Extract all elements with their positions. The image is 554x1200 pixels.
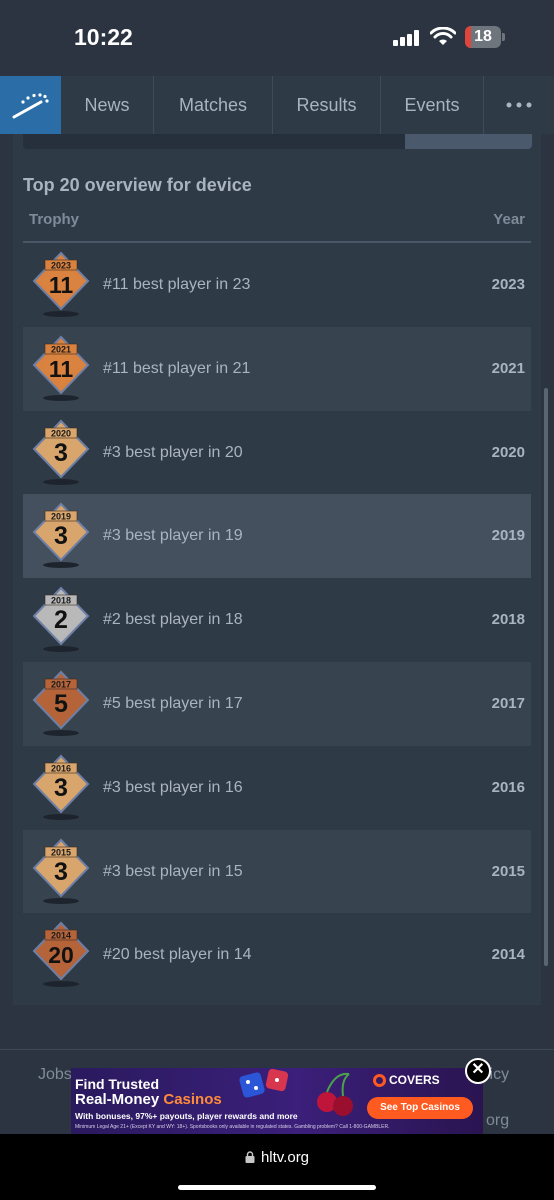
section-title: Top 20 overview for device <box>23 175 252 195</box>
top-nav: News Matches Results Events <box>0 76 554 134</box>
footer-link-org[interactable]: org <box>486 1112 509 1130</box>
nav-matches[interactable]: Matches <box>154 76 273 134</box>
ad-banner[interactable]: Find Trusted Real-Money Casinos With bon… <box>71 1068 483 1134</box>
column-header-trophy: Trophy <box>29 211 80 228</box>
trophy-year: 2017 <box>51 679 71 689</box>
hltv-logo[interactable] <box>0 76 61 134</box>
table-row[interactable]: 2015 3 #3 best player in 15 2015 <box>23 829 531 914</box>
search-input[interactable] <box>23 134 405 149</box>
trophy-year-value: 2017 <box>491 694 525 712</box>
trophy-label[interactable]: #3 best player in 16 <box>103 746 243 830</box>
ad-title: Find Trusted <box>75 1076 159 1092</box>
trophy-label[interactable]: #3 best player in 19 <box>103 494 243 578</box>
table-row[interactable]: 2023 11 #11 best player in 23 2023 <box>23 243 531 327</box>
battery-level: 18 <box>474 28 492 45</box>
nav-results[interactable]: Results <box>273 76 381 134</box>
trophy-year: 2020 <box>51 428 71 438</box>
ad-headline-a: Real-Money <box>75 1091 164 1108</box>
nav-events[interactable]: Events <box>381 76 484 134</box>
trophy-label[interactable]: #3 best player in 15 <box>103 830 243 914</box>
trophy-badge-icon: 202311 <box>32 251 90 317</box>
trophy-year-value: 2016 <box>491 778 525 796</box>
column-header-year: Year <box>493 211 525 228</box>
table-row[interactable]: 2014 20 #20 best player in 14 2014 <box>23 913 531 997</box>
trophy-year: 2019 <box>51 512 71 522</box>
search-button[interactable] <box>405 134 532 149</box>
trophy-rank: 11 <box>49 272 74 298</box>
ad-subtitle: With bonuses, 97%+ payouts, player rewar… <box>75 1111 298 1121</box>
trophy-rank: 3 <box>54 858 68 886</box>
trophy-label[interactable]: #11 best player in 21 <box>103 327 250 411</box>
status-bar: 10:22 18 <box>0 0 554 76</box>
trophy-badge-icon: 20182 <box>32 586 90 653</box>
covers-logo-icon <box>373 1074 386 1087</box>
trophy-year: 2021 <box>51 344 71 354</box>
ellipsis-icon <box>506 102 532 108</box>
trophy-label[interactable]: #5 best player in 17 <box>103 662 243 746</box>
trophy-badge-icon: 20203 <box>32 419 90 485</box>
trophy-year: 2016 <box>51 763 71 773</box>
table-row[interactable]: 2018 2 #2 best player in 18 2018 <box>23 578 531 662</box>
table-row[interactable]: 2017 5 #5 best player in 17 2017 <box>23 661 531 746</box>
trophy-year-value: 2020 <box>491 443 525 461</box>
ad-headline: Real-Money Casinos <box>75 1091 222 1108</box>
trophy-year: 2018 <box>51 596 71 606</box>
table-row[interactable]: 2020 3 #3 best player in 20 2020 <box>23 411 531 495</box>
trophy-year-value: 2023 <box>491 276 525 293</box>
trophy-badge-icon: 20175 <box>32 670 90 736</box>
ad-brand: COVERS <box>389 1073 440 1087</box>
trophy-rank: 3 <box>54 774 68 802</box>
table-row[interactable]: 2019 3 #3 best player in 19 2019 <box>23 494 531 579</box>
trophy-rank: 11 <box>49 356 74 382</box>
nav-news[interactable]: News <box>61 76 154 134</box>
trophy-label[interactable]: #3 best player in 20 <box>103 411 243 495</box>
trophy-badge-icon: 20193 <box>32 502 90 569</box>
trophy-year: 2014 <box>51 931 71 941</box>
wifi-icon <box>430 27 456 45</box>
logo-icon <box>12 93 49 119</box>
url-text: hltv.org <box>260 1149 310 1166</box>
table-row[interactable]: 2016 3 #3 best player in 16 2016 <box>23 746 531 830</box>
trophy-label[interactable]: #2 best player in 18 <box>103 578 243 662</box>
trophy-badge-icon: 201420 <box>32 921 90 988</box>
trophy-year-value: 2014 <box>491 946 525 964</box>
url-bar[interactable]: hltv.org <box>0 1149 554 1166</box>
trophy-year: 2023 <box>51 261 71 271</box>
trophy-rank: 3 <box>54 522 68 550</box>
home-indicator[interactable] <box>178 1185 376 1190</box>
status-time: 10:22 <box>74 24 133 50</box>
table-row[interactable]: 2021 11 #11 best player in 21 2021 <box>23 326 531 411</box>
trophy-rank: 20 <box>48 942 74 968</box>
lock-icon <box>245 1151 255 1163</box>
ad-fineprint: Minimum Legal Age 21+ (Except KY and WY:… <box>75 1124 390 1130</box>
nav-more-button[interactable] <box>484 76 554 134</box>
ad-headline-b: Casinos <box>163 1091 222 1108</box>
trophy-badge-icon: 20153 <box>32 838 90 904</box>
scrollbar[interactable] <box>544 388 548 966</box>
trophy-rank: 2 <box>54 606 68 634</box>
trophy-badge-icon: 2021 11 <box>32 335 90 401</box>
trophy-table: 2023 11 #11 best player in 23 2023 2021 11 #11… <box>23 243 531 997</box>
trophy-label[interactable]: #11 best player in 23 <box>103 243 250 327</box>
trophy-rank: 3 <box>54 439 68 467</box>
trophy-year: 2015 <box>51 847 71 857</box>
trophy-year-value: 2021 <box>491 359 525 377</box>
trophy-year-value: 2015 <box>491 862 525 880</box>
battery-icon: 18 <box>465 26 505 48</box>
trophy-rank: 5 <box>54 690 68 718</box>
ad-close-icon[interactable]: ✕ <box>465 1058 491 1084</box>
ad-cta-button[interactable]: See Top Casinos <box>367 1097 473 1119</box>
trophy-year-value: 2018 <box>491 611 525 629</box>
trophy-label[interactable]: #20 best player in 14 <box>103 913 252 997</box>
cellular-signal-icon <box>393 30 421 46</box>
footer-link-jobs[interactable]: Jobs <box>38 1066 72 1084</box>
trophy-year-value: 2019 <box>491 527 525 545</box>
trophy-badge-icon: 20163 <box>32 754 90 820</box>
browser-bar: hltv.org <box>0 1134 554 1200</box>
